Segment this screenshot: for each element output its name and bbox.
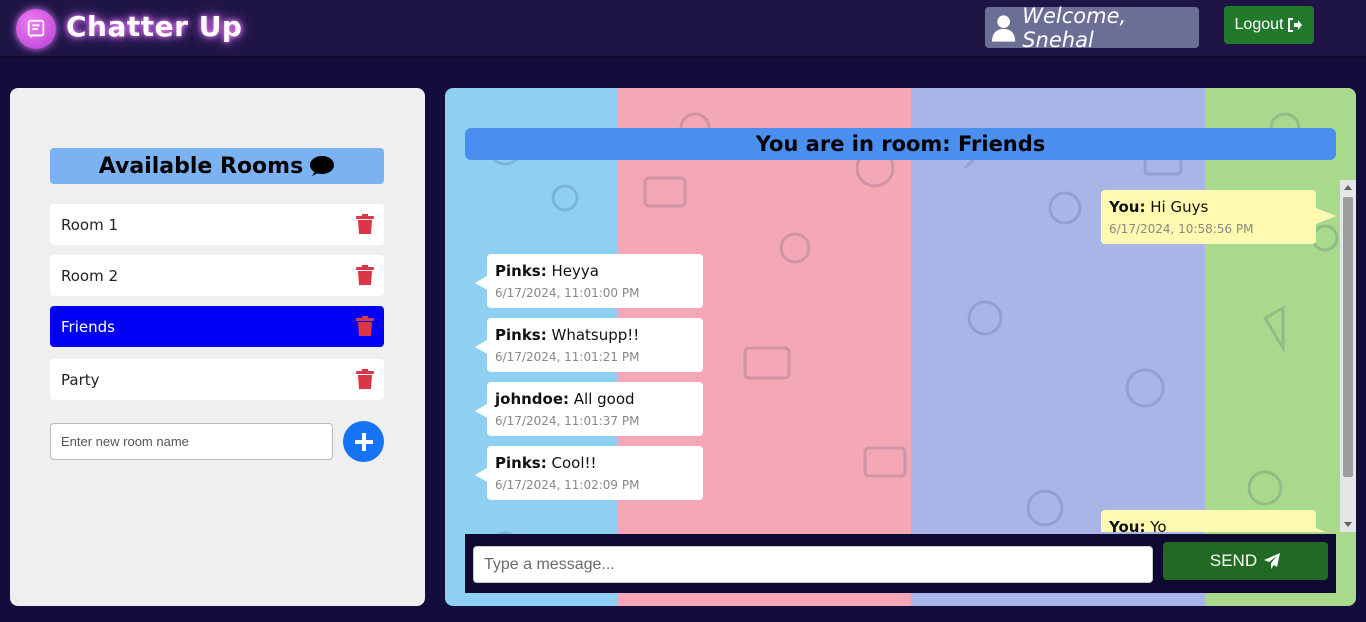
send-button[interactable]: SEND: [1163, 542, 1328, 580]
message-bubble: Pinks: Cool!! 6/17/2024, 11:02:09 PM: [475, 446, 703, 500]
message-bubble: You: Yo: [1101, 510, 1336, 532]
scroll-down-icon[interactable]: [1344, 522, 1352, 527]
message-line: johndoe: All good: [495, 390, 695, 408]
rooms-title: Available Rooms: [50, 148, 384, 184]
message-text: Yo: [1145, 518, 1167, 532]
room-item-party[interactable]: Party: [50, 359, 384, 400]
room-label: Room 2: [61, 266, 119, 285]
message-input[interactable]: [473, 546, 1153, 583]
room-label: Friends: [61, 317, 115, 336]
message-time: 6/17/2024, 11:01:00 PM: [495, 286, 640, 300]
rooms-sidebar: Available Rooms Room 1 Room 2 Friends Pa…: [10, 88, 425, 606]
comment-icon: [310, 156, 335, 176]
sign-out-icon: [1288, 18, 1303, 32]
brand-chat-icon: [16, 9, 56, 49]
message-bubble: johndoe: All good 6/17/2024, 11:01:37 PM: [475, 382, 703, 436]
message-text: Hi Guys: [1145, 198, 1209, 216]
user-icon: [992, 14, 1016, 42]
message-composer: SEND: [465, 534, 1336, 593]
paper-plane-icon: [1264, 553, 1281, 569]
room-item-friends[interactable]: Friends: [50, 306, 384, 347]
message-text: Heyya: [546, 262, 599, 280]
message-sender: Pinks:: [495, 326, 547, 344]
navbar: Chatter Up Welcome, Snehal Logout: [0, 0, 1366, 58]
message-line: You: Yo: [1109, 518, 1308, 532]
new-room-input[interactable]: [50, 423, 333, 460]
logout-label: Logout: [1234, 16, 1284, 33]
scrollbar-thumb[interactable]: [1343, 197, 1353, 477]
message-text: Cool!!: [546, 454, 597, 472]
message-time: 6/17/2024, 11:01:37 PM: [495, 414, 640, 428]
message-line: Pinks: Cool!!: [495, 454, 695, 472]
message-line: You: Hi Guys: [1109, 198, 1308, 216]
message-sender: Pinks:: [495, 262, 547, 280]
trash-icon[interactable]: [356, 369, 374, 389]
scroll-up-icon[interactable]: [1344, 185, 1352, 190]
message-line: Pinks: Whatsupp!!: [495, 326, 695, 344]
message-bubble: Pinks: Whatsupp!! 6/17/2024, 11:01:21 PM: [475, 318, 703, 372]
chat-panel: You are in room: Friends You: Hi Guys 6/…: [445, 88, 1356, 606]
message-sender: johndoe:: [495, 390, 570, 408]
message-line: Pinks: Heyya: [495, 262, 695, 280]
current-room-banner: You are in room: Friends: [465, 128, 1336, 160]
message-text: Whatsupp!!: [546, 326, 640, 344]
message-sender: You:: [1109, 198, 1146, 216]
message-text: All good: [569, 390, 635, 408]
message-scrollbar[interactable]: [1340, 180, 1356, 532]
message-time: 6/17/2024, 11:01:21 PM: [495, 350, 640, 364]
message-time: 6/17/2024, 11:02:09 PM: [495, 478, 640, 492]
message-list: You: Hi Guys 6/17/2024, 10:58:56 PM Pink…: [465, 180, 1345, 532]
room-label: Room 1: [61, 215, 119, 234]
chat-book-icon: [27, 19, 45, 39]
logout-button[interactable]: Logout: [1224, 6, 1314, 44]
room-item-room-1[interactable]: Room 1: [50, 204, 384, 245]
plus-icon: [354, 432, 373, 451]
room-label: Party: [61, 370, 100, 389]
send-label: SEND: [1209, 551, 1258, 570]
message-bubble: Pinks: Heyya 6/17/2024, 11:01:00 PM: [475, 254, 703, 308]
message-time: 6/17/2024, 10:58:56 PM: [1109, 222, 1254, 236]
rooms-title-text: Available Rooms: [98, 153, 304, 179]
trash-icon[interactable]: [356, 214, 374, 234]
trash-icon[interactable]: [356, 265, 374, 285]
welcome-badge: Welcome, Snehal: [985, 4, 1199, 52]
message-sender: Pinks:: [495, 454, 547, 472]
welcome-text: Welcome, Snehal: [1022, 3, 1127, 52]
app-title: Chatter Up: [66, 10, 243, 43]
message-sender: You:: [1109, 518, 1146, 532]
room-item-room-2[interactable]: Room 2: [50, 255, 384, 296]
message-bubble: You: Hi Guys 6/17/2024, 10:58:56 PM: [1101, 190, 1336, 244]
trash-icon[interactable]: [356, 316, 374, 336]
add-room-button[interactable]: [343, 421, 384, 462]
